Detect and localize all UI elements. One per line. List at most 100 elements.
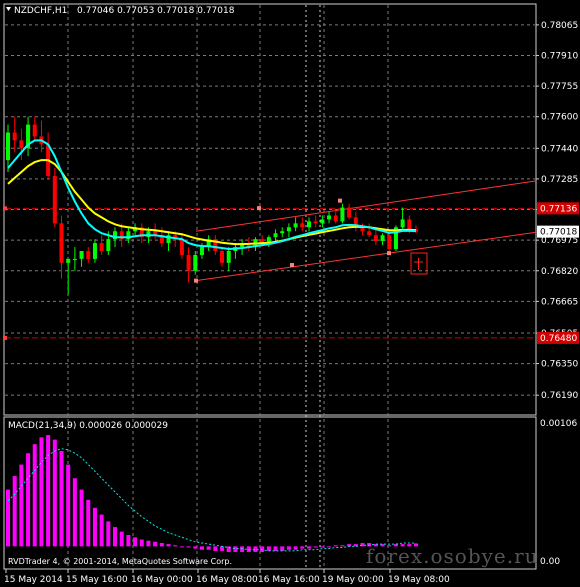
candle-bear: [313, 221, 318, 224]
macd-histogram-bar: [173, 545, 178, 547]
watermark: forex.osobye.ru: [366, 544, 539, 568]
macd-histogram-bar: [320, 546, 325, 548]
candle-bull: [240, 245, 245, 248]
price-tick-label: 0.76665: [541, 297, 578, 307]
time-tick-label: 16 May 08:00: [196, 575, 258, 585]
price-tick-label: 0.76820: [541, 267, 578, 277]
candle-bull: [72, 258, 77, 260]
macd-histogram-bar: [186, 546, 191, 548]
symbol-header: NZDCHF,H1 0.77046 0.77053 0.77018 0.7701…: [6, 6, 235, 16]
candle-bear: [186, 254, 191, 271]
candle-bear: [32, 124, 37, 137]
time-tick-label: 19 May 00:00: [322, 575, 384, 585]
support-price-tag: 0.76480: [540, 334, 577, 344]
macd-axis-top: 0.00106: [540, 419, 577, 429]
candle-bull: [79, 251, 84, 259]
macd-histogram-bar: [106, 521, 111, 547]
candle-bull: [193, 254, 198, 271]
macd-histogram-bar: [52, 439, 57, 547]
macd-histogram-bar: [293, 546, 298, 550]
candle-bull: [106, 239, 111, 251]
macd-histogram-bar: [166, 544, 171, 547]
candle-bear: [86, 251, 91, 259]
macd-histogram-bar: [46, 435, 51, 547]
price-tick-label: 0.77600: [541, 113, 578, 123]
macd-histogram-bar: [313, 546, 318, 548]
candle-bear: [347, 207, 352, 218]
time-axis: 15 May 2014 15 May 16:00 16 May 00:00 16 Ma…: [4, 569, 450, 585]
macd-histogram-bar: [139, 539, 144, 547]
resistance-marker: [3, 206, 7, 211]
price-tick-label: 0.76350: [541, 360, 578, 370]
support-marker: [3, 335, 7, 340]
price-tick-label: 0.77910: [541, 51, 578, 61]
candle-bull: [306, 221, 311, 228]
macd-histogram-bar: [12, 475, 17, 547]
candle-bull: [273, 233, 278, 238]
candle-bull: [226, 251, 231, 263]
macd-histogram-bar: [79, 489, 84, 547]
time-tick-label: 16 May 16:00: [258, 575, 320, 585]
resistance-price-tag: 0.77136: [540, 204, 577, 214]
candle-bear: [99, 243, 104, 251]
macd-histogram-bar: [280, 546, 285, 551]
macd-histogram-bar: [92, 507, 97, 547]
macd-histogram-bar: [99, 514, 104, 547]
macd-histogram-bar: [6, 489, 10, 547]
macd-histogram-bar: [26, 453, 31, 547]
chart-canvas: 0.78065 0.77910 0.77755 0.77600 0.77440 0.772…: [3, 3, 579, 585]
macd-histogram-bar: [333, 545, 338, 547]
candle-bull: [66, 258, 71, 263]
macd-histogram-bar: [159, 542, 164, 547]
price-tick-label: 0.77285: [541, 175, 578, 185]
macd-histogram-bar: [226, 546, 231, 553]
macd-histogram-bar: [19, 464, 24, 547]
macd-histogram-bar: [86, 499, 91, 547]
candle-bull: [6, 132, 10, 161]
macd-histogram-bar: [39, 437, 44, 547]
time-tick-label: 19 May 08:00: [388, 575, 450, 585]
price-tick-label: 0.76190: [541, 391, 578, 401]
copyright-text: RVDTrader 4, © 2001-2014, MetaQuotes Sof…: [8, 557, 232, 566]
macd-histogram-bar: [253, 546, 258, 553]
macd-histogram-bar: [146, 540, 151, 547]
time-tick-label: 16 May 00:00: [131, 575, 193, 585]
candle-bull: [380, 235, 385, 242]
macd-histogram-bar: [306, 546, 311, 549]
channel-anchor-point: [194, 278, 198, 283]
time-tick-label: 15 May 2014: [4, 575, 63, 585]
price-tick-label: 0.78065: [541, 21, 578, 31]
candle-bear: [179, 239, 184, 255]
candle-bear: [387, 235, 392, 250]
macd-histogram-bar: [260, 546, 265, 553]
macd-histogram-bar: [340, 545, 345, 547]
candle-bear: [333, 215, 338, 222]
macd-histogram-bar: [59, 450, 64, 547]
candle-bull: [92, 243, 97, 259]
macd-histogram-bar: [213, 546, 218, 551]
macd-histogram-bar: [153, 541, 158, 547]
time-tick-label: 15 May 16:00: [66, 575, 128, 585]
macd-histogram-bar: [327, 546, 332, 548]
candle-bear: [12, 132, 17, 141]
candle-bull: [327, 215, 332, 220]
ohlc-values: 0.77046 0.77053 0.77018 0.77018: [77, 6, 235, 16]
candle-bear: [407, 219, 412, 230]
macd-histogram-bar: [32, 444, 37, 547]
macd-histogram-bar: [72, 478, 77, 547]
candle-bull: [280, 231, 285, 234]
macd-histogram-bar: [66, 464, 71, 547]
macd-histogram-bar: [246, 546, 251, 553]
channel-anchor-point: [387, 251, 391, 256]
channel-anchor-point: [290, 263, 294, 268]
macd-histogram-bar: [133, 537, 138, 547]
macd-histogram-bar: [240, 546, 245, 553]
macd-histogram-bar: [273, 546, 278, 551]
price-tick-label: 0.77755: [541, 82, 578, 92]
macd-histogram-bar: [179, 546, 184, 548]
macd-axis-bottom: 0.00: [540, 557, 560, 567]
macd-histogram-bar: [266, 546, 271, 551]
candle-bull: [286, 227, 291, 232]
macd-histogram-bar: [300, 546, 305, 549]
symbol-label: NZDCHF,H1: [14, 6, 67, 16]
